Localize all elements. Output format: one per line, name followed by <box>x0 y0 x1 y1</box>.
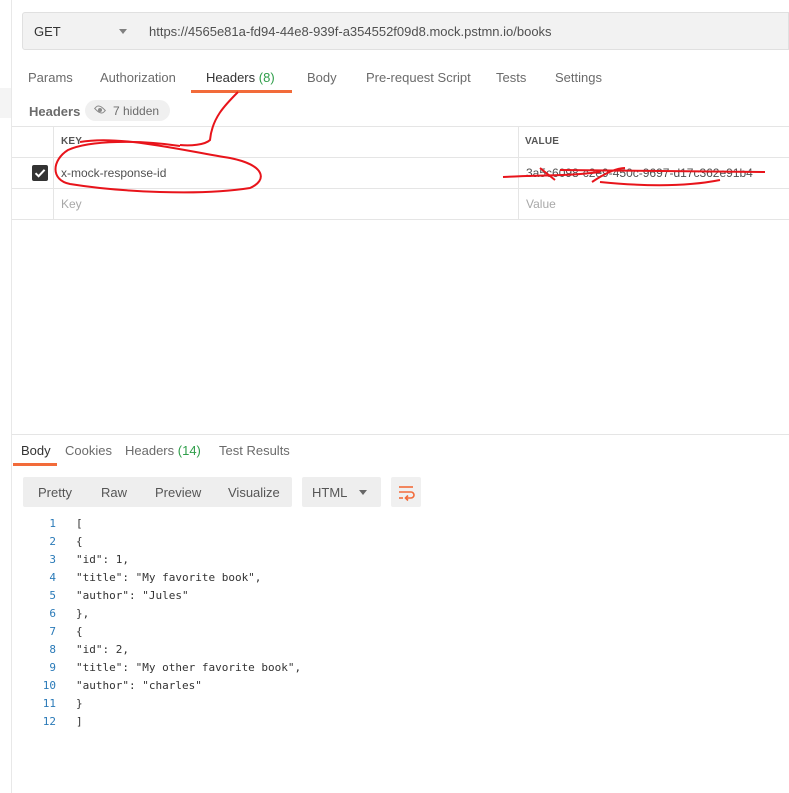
tab-authorization[interactable]: Authorization <box>100 70 176 85</box>
tab-response-headers[interactable]: Headers (14) <box>125 443 201 458</box>
url-input[interactable]: https://4565e81a-fd94-44e8-939f-a354552f… <box>137 12 789 50</box>
column-header-key: KEY <box>61 136 83 147</box>
code-text: [ <box>76 517 83 530</box>
tab-prerequest-script[interactable]: Pre-request Script <box>366 70 471 85</box>
raw-button[interactable]: Raw <box>101 485 127 500</box>
line-number: 1 <box>49 517 56 530</box>
tab-response-cookies[interactable]: Cookies <box>65 443 112 458</box>
code-text: "author": "Jules" <box>76 589 189 602</box>
code-text: }, <box>76 607 90 620</box>
tab-settings[interactable]: Settings <box>555 70 602 85</box>
header-value-cell[interactable]: 3a5c6098-c2e9-450c-9697-d17c362e91b4 <box>526 166 753 180</box>
hidden-headers-toggle[interactable]: 7 hidden <box>85 100 170 121</box>
active-response-tab-indicator <box>13 463 57 466</box>
line-number: 2 <box>49 535 56 548</box>
preview-button[interactable]: Preview <box>155 485 201 500</box>
tab-response-body[interactable]: Body <box>21 443 51 458</box>
headers-section-title: Headers <box>29 104 81 119</box>
new-value-field[interactable]: Value <box>526 197 556 211</box>
table-row-border <box>12 188 789 189</box>
checkmark-icon <box>34 169 46 178</box>
code-text: { <box>76 535 83 548</box>
table-bottom-border <box>12 219 789 220</box>
tab-response-headers-label: Headers <box>125 443 175 458</box>
tab-headers-label: Headers <box>206 70 256 85</box>
hidden-headers-label: 7 hidden <box>113 104 160 118</box>
column-header-value: VALUE <box>525 136 560 147</box>
code-text: "title": "My other favorite book", <box>76 661 302 674</box>
method-label: GET <box>34 24 61 39</box>
table-top-border <box>12 126 789 127</box>
tab-response-headers-count: (14) <box>177 443 201 458</box>
format-select[interactable]: HTML <box>302 477 381 507</box>
method-select[interactable]: GET <box>22 12 138 50</box>
visualize-button[interactable]: Visualize <box>228 485 280 500</box>
table-column-divider <box>518 126 519 219</box>
format-label: HTML <box>312 485 348 500</box>
tab-test-results[interactable]: Test Results <box>219 443 290 458</box>
tab-tests[interactable]: Tests <box>496 70 526 85</box>
code-text: ] <box>76 715 83 728</box>
code-text: } <box>76 697 83 710</box>
code-text: "id": 2, <box>76 643 129 656</box>
line-number: 7 <box>49 625 56 638</box>
chevron-down-icon <box>119 29 127 34</box>
code-text: "author": "charles" <box>76 679 202 692</box>
pretty-button[interactable]: Pretty <box>38 485 72 500</box>
line-number: 3 <box>49 553 56 566</box>
new-key-field[interactable]: Key <box>61 197 82 211</box>
table-header-border <box>12 157 789 158</box>
response-divider <box>12 434 789 435</box>
tab-headers[interactable]: Headers (8) <box>206 70 275 85</box>
line-number: 10 <box>42 679 56 692</box>
code-text: "id": 1, <box>76 553 129 566</box>
header-enabled-checkbox[interactable] <box>32 165 48 181</box>
header-key-cell[interactable]: x-mock-response-id <box>61 166 166 180</box>
tab-params[interactable]: Params <box>28 70 73 85</box>
table-column-divider <box>53 126 54 219</box>
line-number: 9 <box>49 661 56 674</box>
code-text: { <box>76 625 83 638</box>
url-text: https://4565e81a-fd94-44e8-939f-a354552f… <box>149 24 552 39</box>
tab-body[interactable]: Body <box>307 70 337 85</box>
wrap-icon <box>399 486 415 502</box>
line-number: 8 <box>49 643 56 656</box>
tab-headers-count: (8) <box>258 70 275 85</box>
line-number: 11 <box>42 697 56 710</box>
left-pane-stub <box>0 88 11 118</box>
line-number: 4 <box>49 571 56 584</box>
response-body-editor[interactable]: 1 [2 {3 "id": 1, 4 "title": "My favorite book… <box>0 517 789 747</box>
line-number: 12 <box>42 715 56 728</box>
line-number: 6 <box>49 607 56 620</box>
code-text: "title": "My favorite book", <box>76 571 262 584</box>
chevron-down-icon <box>359 490 367 495</box>
view-mode-group: Pretty Raw Preview Visualize <box>23 477 292 507</box>
eye-pupil <box>98 108 102 112</box>
line-number: 5 <box>49 589 56 602</box>
annotation-arrow <box>179 91 239 147</box>
wrap-lines-button[interactable] <box>391 477 421 507</box>
active-tab-indicator <box>191 90 292 93</box>
